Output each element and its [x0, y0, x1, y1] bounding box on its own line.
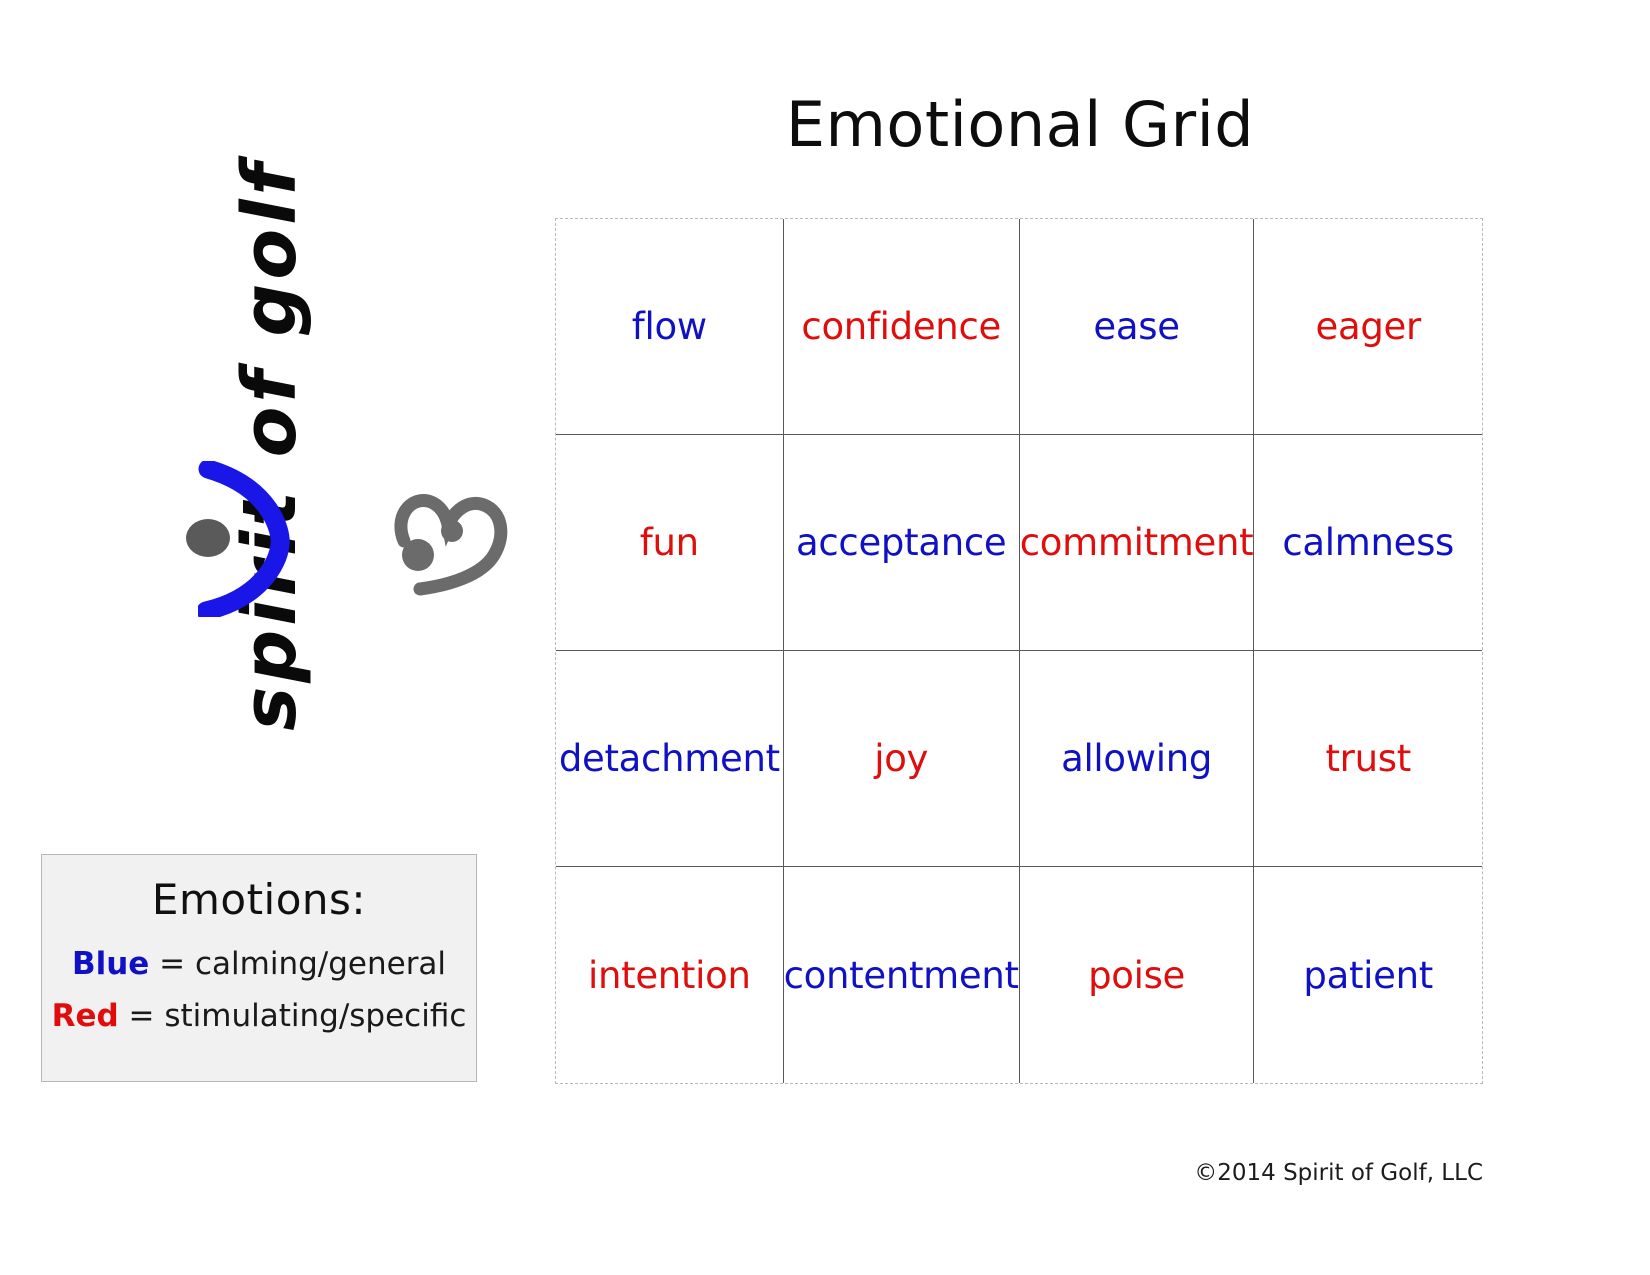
- grid-cell[interactable]: confidence: [783, 219, 1020, 435]
- grid-cell[interactable]: allowing: [1019, 651, 1255, 867]
- spirit-of-golf-logo: spirit of golf: [80, 95, 508, 795]
- grid-cell[interactable]: detachment: [556, 651, 784, 867]
- grid-cell[interactable]: joy: [783, 651, 1020, 867]
- grid-cell[interactable]: fun: [556, 435, 784, 651]
- grid-cell-label: confidence: [801, 305, 1001, 348]
- grid-cell-label: allowing: [1061, 737, 1213, 780]
- grid-cell-label: ease: [1093, 305, 1180, 348]
- legend-equals: =: [149, 946, 195, 982]
- emotions-legend: Emotions: Blue = calming/general Red = s…: [41, 854, 477, 1082]
- grid-cell[interactable]: flow: [556, 219, 784, 435]
- grid-cell[interactable]: eager: [1254, 219, 1482, 435]
- grid-cell-label: acceptance: [796, 521, 1007, 564]
- grid-cell-label: trust: [1325, 737, 1411, 780]
- grid-cell-label: joy: [874, 737, 929, 780]
- grid-cell[interactable]: commitment: [1019, 435, 1255, 651]
- legend-row-red: Red = stimulating/specific: [52, 998, 467, 1034]
- grid-cell-label: detachment: [558, 737, 780, 780]
- grid-cell-label: calmness: [1282, 521, 1455, 564]
- grid-cell-label: flow: [631, 305, 707, 348]
- grid-cell-label: eager: [1315, 305, 1421, 348]
- legend-meaning-blue: calming/general: [194, 946, 447, 982]
- heart-icon: [394, 494, 508, 596]
- grid-cell-label: poise: [1088, 953, 1186, 997]
- legend-title: Emotions:: [151, 875, 367, 924]
- grid-cell[interactable]: intention: [556, 867, 784, 1083]
- copyright-notice: ©2014 Spirit of Golf, LLC: [1194, 1160, 1483, 1186]
- grid-cell[interactable]: trust: [1254, 651, 1482, 867]
- grid-cell[interactable]: acceptance: [783, 435, 1020, 651]
- grid-cell-label: fun: [639, 521, 699, 564]
- emotional-grid: flow confidence ease eager fun acceptanc…: [555, 218, 1483, 1084]
- grid-cell[interactable]: poise: [1020, 867, 1255, 1083]
- grid-cell[interactable]: patient: [1254, 867, 1482, 1083]
- legend-meaning-red: stimulating/specific: [164, 998, 467, 1034]
- grid-cell-label: patient: [1303, 953, 1433, 997]
- grid-cell-label: intention: [587, 953, 751, 997]
- grid-cell-label: commitment: [1019, 521, 1254, 564]
- smiley-smile-icon: [198, 461, 290, 617]
- legend-key-blue: Blue: [71, 946, 150, 982]
- legend-equals: =: [118, 998, 165, 1034]
- page-title: Emotional Grid: [785, 88, 1255, 161]
- grid-cell[interactable]: ease: [1019, 219, 1255, 435]
- logo-wordmark-text: spirit of golf: [227, 159, 313, 731]
- grid-cell[interactable]: contentment: [784, 867, 1020, 1083]
- grid-cell[interactable]: calmness: [1254, 435, 1482, 651]
- grid-cell-label: contentment: [783, 953, 1019, 997]
- legend-row-blue: Blue = calming/general: [72, 946, 446, 982]
- legend-key-red: Red: [51, 998, 119, 1034]
